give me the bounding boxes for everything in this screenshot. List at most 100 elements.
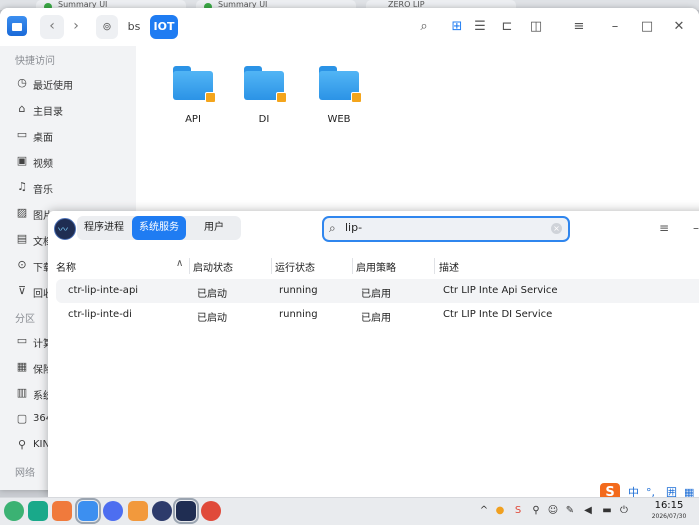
computer-icon: ▭ — [16, 334, 28, 347]
service-name: ctr-lip-inte-api — [68, 285, 139, 296]
terminal-app-icon[interactable] — [28, 501, 48, 521]
maximize-icon[interactable]: □ — [636, 16, 658, 38]
file-manager-logo-icon — [7, 16, 27, 36]
sidebar-item-label: 桌面 — [33, 133, 53, 144]
back-button[interactable]: ‹ — [40, 15, 64, 39]
service-search-field[interactable]: ⌕ lip- × — [322, 216, 570, 242]
file-manager-titlebar: ‹ › ⊚ bs IOT ⌕ ⊞ ☰ ⊏ ◫ ≡ – □ ✕ — [0, 8, 699, 46]
sidebar-item-recent[interactable]: ◷ 最近使用 — [0, 74, 136, 94]
minimize-icon[interactable]: – — [604, 16, 626, 38]
update-icon[interactable]: ● — [494, 504, 506, 518]
search-icon: ⌕ — [329, 221, 336, 235]
sidebar-item-music[interactable]: ♫ 音乐 — [0, 178, 136, 198]
service-status: running — [279, 285, 318, 296]
folder-item[interactable]: API — [163, 66, 223, 136]
forward-button[interactable]: › — [64, 15, 88, 39]
network-tray-icon[interactable]: ☺ — [547, 504, 559, 518]
service-description: Ctr LIP Inte Api Service — [443, 285, 558, 296]
tab-processes[interactable]: 程序进程 — [77, 216, 131, 240]
minimize-icon[interactable]: – — [686, 219, 699, 237]
column-description[interactable]: 描述 — [439, 259, 459, 274]
sort-ascending-icon[interactable]: ∧ — [176, 258, 183, 269]
lock-icon — [276, 92, 287, 103]
service-policy: 已启用 — [361, 313, 391, 324]
usb-tray-icon[interactable]: ⚲ — [530, 504, 542, 518]
view-switcher: 程序进程 系统服务 用户 — [77, 216, 241, 240]
column-policy[interactable]: 启用策略 — [356, 259, 396, 274]
folder-item[interactable]: DI — [234, 66, 294, 136]
power-icon[interactable]: ⏻ — [618, 504, 630, 518]
volume-icon[interactable]: ◀ — [582, 504, 594, 518]
detail-panel-icon[interactable]: ◫ — [525, 16, 547, 38]
column-divider — [189, 258, 190, 274]
list-view-icon[interactable]: ☰ — [469, 16, 491, 38]
search-icon[interactable]: ⌕ — [413, 16, 435, 38]
picture-icon: ▨ — [16, 206, 28, 219]
partitions-heading: 分区 — [15, 314, 35, 325]
folder-name: WEB — [327, 114, 351, 125]
icon-view-icon[interactable]: ⊞ — [446, 16, 468, 38]
music-icon: ♫ — [17, 180, 27, 193]
clock[interactable]: 16:15 2026/07/30 — [644, 500, 694, 521]
sidebar-item-label: 视频 — [33, 159, 53, 170]
folder-name: API — [185, 114, 201, 125]
sidebar-item-desktop[interactable]: ▭ 桌面 — [0, 126, 136, 146]
table-header: 名称 ∧ 启动状态 运行状态 启用策略 描述 — [48, 255, 699, 277]
ime-tray-icon[interactable]: S — [512, 504, 524, 518]
system-monitor-window: 程序进程 系统服务 用户 ⌕ lip- × ≡ – 名称 ∧ 启动状态 运行状态… — [48, 211, 699, 497]
breadcrumb-root-icon[interactable]: ⊚ — [96, 15, 118, 39]
table-row[interactable]: ctr-lip-inte-api 已启动 running 已启用 Ctr LIP… — [56, 279, 699, 303]
file-manager-app-icon[interactable] — [75, 498, 101, 524]
app-store-icon[interactable] — [52, 501, 72, 521]
sidebar-item-videos[interactable]: ▣ 视频 — [0, 152, 136, 172]
clock-date: 2026/07/30 — [651, 513, 687, 520]
folder-item[interactable]: WEB — [309, 66, 369, 136]
trash-icon: ⊽ — [17, 284, 27, 297]
table-row[interactable]: ctr-lip-inte-di 已启动 running 已启用 Ctr LIP … — [56, 303, 699, 327]
menu-icon[interactable]: ≡ — [568, 16, 590, 38]
document-icon: ▤ — [16, 232, 28, 245]
usb-icon: ⚲ — [17, 438, 27, 451]
launcher-icon[interactable] — [4, 501, 24, 521]
column-divider — [434, 258, 435, 274]
lock-icon — [205, 92, 216, 103]
package-app-icon[interactable] — [128, 501, 148, 521]
sidebar-item-label: 音乐 — [33, 185, 53, 196]
tree-view-icon[interactable]: ⊏ — [496, 16, 518, 38]
search-input[interactable]: lip- — [345, 221, 362, 234]
clear-search-icon[interactable]: × — [551, 223, 562, 234]
screen-icon[interactable]: ▬ — [601, 504, 613, 518]
column-status[interactable]: 运行状态 — [275, 259, 315, 274]
chevron-up-icon[interactable]: ^ — [478, 504, 490, 518]
clock-time: 16:15 — [654, 500, 684, 511]
service-status: running — [279, 309, 318, 320]
service-policy: 已启用 — [361, 289, 391, 300]
close-icon[interactable]: ✕ — [668, 16, 690, 38]
service-description: Ctr LIP Inte DI Service — [443, 309, 553, 320]
lock-icon — [351, 92, 362, 103]
chrome-app-icon[interactable] — [201, 501, 221, 521]
quick-access-heading: 快捷访问 — [15, 56, 55, 67]
column-name[interactable]: 名称 — [56, 259, 76, 274]
service-startup: 已启动 — [197, 313, 227, 324]
sidebar-item-label: 最近使用 — [33, 81, 73, 92]
system-monitor-app-icon[interactable] — [173, 498, 199, 524]
settings-app-icon[interactable] — [152, 501, 172, 521]
browser-app-icon[interactable] — [103, 501, 123, 521]
sidebar-item-home[interactable]: ⌂ 主目录 — [0, 100, 136, 120]
pen-tray-icon[interactable]: ✎ — [564, 504, 576, 518]
folder-icon — [173, 66, 216, 103]
breadcrumb-bs[interactable]: bs — [122, 15, 146, 39]
column-divider — [271, 258, 272, 274]
taskbar: ^ ● S ⚲ ☺ ✎ ◀ ▬ ⏻ 16:15 2026/07/30 — [0, 497, 699, 525]
tab-services[interactable]: 系统服务 — [132, 216, 186, 240]
system-monitor-logo-icon — [54, 218, 76, 240]
desktop-icon: ▭ — [16, 128, 28, 141]
breadcrumb-iot[interactable]: IOT — [150, 15, 178, 39]
menu-icon[interactable]: ≡ — [654, 219, 674, 237]
column-startup[interactable]: 启动状态 — [193, 259, 233, 274]
tab-users[interactable]: 用户 — [187, 216, 241, 240]
video-icon: ▣ — [16, 154, 28, 167]
sidebar-item-label: 主目录 — [33, 107, 63, 118]
column-divider — [352, 258, 353, 274]
